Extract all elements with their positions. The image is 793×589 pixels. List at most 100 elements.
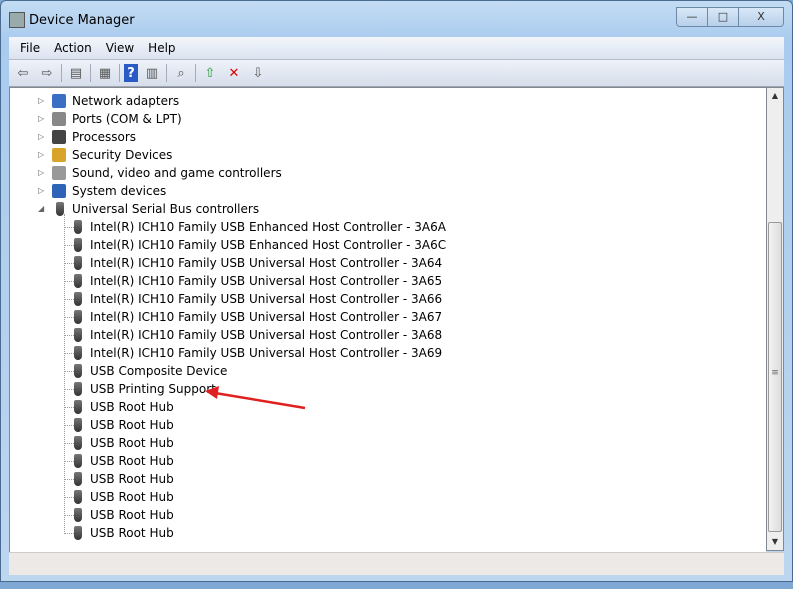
usb-device-icon	[74, 508, 82, 522]
usb-device-item[interactable]: USB Root Hub	[70, 434, 174, 452]
device-label: USB Printing Support	[90, 382, 216, 396]
tree-category-item[interactable]: ▷ Processors	[38, 128, 136, 146]
window-title: Device Manager	[29, 13, 135, 28]
usb-device-item[interactable]: USB Printing Support	[70, 380, 216, 398]
device-label: USB Root Hub	[90, 472, 174, 486]
device-label: Intel(R) ICH10 Family USB Enhanced Host …	[90, 238, 447, 252]
toolbar-separator	[195, 64, 196, 82]
show-hide-console-tree-icon[interactable]: ▤	[66, 64, 86, 82]
menu-action[interactable]: Action	[49, 41, 97, 55]
expand-arrow-icon[interactable]: ▷	[38, 146, 48, 164]
usb-device-item[interactable]: Intel(R) ICH10 Family USB Universal Host…	[70, 290, 442, 308]
toolbar-separator	[166, 64, 167, 82]
usb-device-item[interactable]: USB Root Hub	[70, 452, 174, 470]
device-label: Intel(R) ICH10 Family USB Enhanced Host …	[90, 220, 446, 234]
expand-arrow-icon[interactable]: ▷	[38, 128, 48, 146]
collapse-arrow-icon[interactable]: ◢	[38, 200, 48, 218]
device-label: USB Root Hub	[90, 454, 174, 468]
category-label: System devices	[72, 184, 167, 198]
usb-device-item[interactable]: USB Root Hub	[70, 488, 174, 506]
category-icon	[56, 202, 64, 216]
usb-device-item[interactable]: USB Root Hub	[70, 470, 174, 488]
device-tree: ▷ Network adapters ▷ Ports (COM & LPT) ▷ Proc…	[9, 87, 766, 553]
usb-device-item[interactable]: Intel(R) ICH10 Family USB Universal Host…	[70, 254, 442, 272]
usb-device-item[interactable]: USB Root Hub	[70, 506, 174, 524]
category-label: Sound, video and game controllers	[72, 166, 282, 180]
expand-arrow-icon[interactable]: ▷	[38, 110, 48, 128]
category-label: Ports (COM & LPT)	[72, 112, 182, 126]
tree-category-item[interactable]: ▷ Sound, video and game controllers	[38, 164, 282, 182]
usb-device-icon	[74, 382, 82, 396]
device-label: USB Root Hub	[90, 508, 174, 522]
menu-file[interactable]: File	[15, 41, 45, 55]
device-manager-window: Device Manager — □ X File Action View He…	[0, 0, 793, 582]
usb-device-icon	[74, 256, 82, 270]
help-icon[interactable]: ?	[124, 64, 138, 82]
usb-device-item[interactable]: Intel(R) ICH10 Family USB Universal Host…	[70, 308, 442, 326]
toolbar: ⇦ ⇨ ▤ ▦ ? ▥ ⌕ ⇧ ✕ ⇩	[9, 60, 784, 87]
device-label: USB Root Hub	[90, 418, 174, 432]
usb-device-icon	[74, 346, 82, 360]
usb-device-icon	[74, 472, 82, 486]
status-bar	[9, 552, 784, 575]
usb-device-item[interactable]: Intel(R) ICH10 Family USB Universal Host…	[70, 272, 442, 290]
usb-device-item[interactable]: USB Root Hub	[70, 398, 174, 416]
vertical-scrollbar[interactable]: ▲ ≡ ▼	[766, 87, 784, 551]
scroll-thumb[interactable]: ≡	[768, 222, 782, 532]
usb-device-item[interactable]: Intel(R) ICH10 Family USB Enhanced Host …	[70, 236, 446, 254]
tree-category-item[interactable]: ▷ Ports (COM & LPT)	[38, 110, 182, 128]
scroll-up-button[interactable]: ▲	[767, 88, 783, 104]
usb-device-icon	[74, 220, 82, 234]
usb-device-item[interactable]: Intel(R) ICH10 Family USB Universal Host…	[70, 326, 442, 344]
usb-device-item[interactable]: USB Root Hub	[70, 524, 174, 542]
forward-icon[interactable]: ⇨	[37, 64, 57, 82]
category-icon	[52, 184, 66, 198]
device-manager-icon	[9, 12, 25, 28]
expand-arrow-icon[interactable]: ▷	[38, 164, 48, 182]
usb-device-item[interactable]: USB Composite Device	[70, 362, 227, 380]
tree-category-item[interactable]: ▷ Network adapters	[38, 92, 179, 110]
menu-view[interactable]: View	[101, 41, 139, 55]
expand-arrow-icon[interactable]: ▷	[38, 182, 48, 200]
usb-device-icon	[74, 418, 82, 432]
tree-connector	[64, 214, 65, 534]
category-label: Security Devices	[72, 148, 173, 162]
toolbar-separator	[119, 64, 120, 82]
device-label: USB Root Hub	[90, 436, 174, 450]
minimize-button[interactable]: —	[677, 8, 707, 26]
device-label: Intel(R) ICH10 Family USB Universal Host…	[90, 256, 443, 270]
usb-device-icon	[74, 292, 82, 306]
usb-device-icon	[74, 526, 82, 540]
device-label: USB Root Hub	[90, 490, 174, 504]
usb-device-icon	[74, 490, 82, 504]
properties-icon[interactable]: ▦	[95, 64, 115, 82]
device-label: Intel(R) ICH10 Family USB Universal Host…	[90, 346, 443, 360]
category-icon	[52, 130, 66, 144]
uninstall-icon[interactable]: ✕	[224, 64, 244, 82]
usb-device-icon	[74, 436, 82, 450]
scan-hardware-icon[interactable]: ⌕	[171, 64, 191, 82]
device-label: Intel(R) ICH10 Family USB Universal Host…	[90, 292, 443, 306]
scroll-down-button[interactable]: ▼	[767, 534, 783, 550]
category-icon	[52, 94, 66, 108]
expand-arrow-icon[interactable]: ▷	[38, 92, 48, 110]
action-pane-icon[interactable]: ▥	[142, 64, 162, 82]
device-label: USB Composite Device	[90, 364, 228, 378]
disable-icon[interactable]: ⇩	[248, 64, 268, 82]
tree-category-item[interactable]: ▷ Security Devices	[38, 146, 172, 164]
usb-device-item[interactable]: Intel(R) ICH10 Family USB Universal Host…	[70, 344, 442, 362]
close-button[interactable]: X	[738, 8, 783, 26]
category-label: Universal Serial Bus controllers	[72, 202, 260, 216]
usb-device-item[interactable]: Intel(R) ICH10 Family USB Enhanced Host …	[70, 218, 446, 236]
usb-device-icon	[74, 454, 82, 468]
usb-device-item[interactable]: USB Root Hub	[70, 416, 174, 434]
tree-category-item[interactable]: ▷ System devices	[38, 182, 166, 200]
menu-help[interactable]: Help	[143, 41, 180, 55]
maximize-button[interactable]: □	[707, 8, 738, 26]
update-driver-icon[interactable]: ⇧	[200, 64, 220, 82]
back-icon[interactable]: ⇦	[13, 64, 33, 82]
tree-category-item[interactable]: ◢ Universal Serial Bus controllers	[38, 200, 259, 218]
category-label: Network adapters	[72, 94, 180, 108]
category-icon	[52, 112, 66, 126]
usb-device-icon	[74, 238, 82, 252]
